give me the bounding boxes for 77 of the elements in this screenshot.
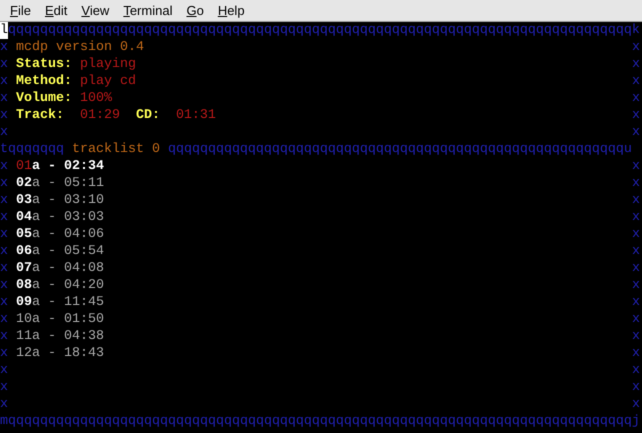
frame-edge: x bbox=[632, 107, 640, 124]
frame-line: qqqqqqqqqqqqqqqqqqqqqqqqqqqqqqqqqqqqqqqqqqqqqqqqqqqqqqqqqu bbox=[168, 141, 632, 158]
frame-edge: x bbox=[0, 73, 8, 90]
frame-edge: x bbox=[0, 243, 8, 260]
frame-edge: x bbox=[632, 277, 640, 294]
frame-edge: x bbox=[632, 243, 640, 260]
frame-edge: x bbox=[632, 39, 640, 56]
frame-edge: x bbox=[632, 396, 640, 413]
track-row[interactable]: 03a - 03:10 bbox=[16, 192, 104, 209]
frame-edge: x bbox=[0, 209, 8, 226]
menu-item[interactable]: File bbox=[10, 4, 31, 17]
track-row[interactable]: 01a - 02:34 bbox=[16, 158, 104, 175]
text-cursor: l bbox=[0, 22, 8, 39]
frame-edge: x bbox=[632, 379, 640, 396]
frame-edge: x bbox=[632, 73, 640, 90]
field-label: Volume: bbox=[16, 90, 73, 107]
frame-edge: x bbox=[0, 158, 8, 175]
field-label: Method: bbox=[16, 73, 73, 90]
track-row[interactable]: 10a - 01:50 bbox=[16, 311, 104, 328]
frame-edge: x bbox=[632, 192, 640, 209]
frame-edge: x bbox=[0, 192, 8, 209]
frame-edge: x bbox=[0, 379, 8, 396]
menu-item[interactable]: Terminal bbox=[123, 4, 172, 17]
field-value: 01:31 bbox=[176, 107, 216, 124]
track-row[interactable]: 06a - 05:54 bbox=[16, 243, 104, 260]
frame-edge: x bbox=[632, 56, 640, 73]
track-row[interactable]: 11a - 04:38 bbox=[16, 328, 104, 345]
frame-edge: x bbox=[632, 294, 640, 311]
frame-edge: x bbox=[632, 158, 640, 175]
field-label: Status: bbox=[16, 56, 73, 73]
field-label: CD: bbox=[136, 107, 161, 124]
frame-edge: x bbox=[0, 396, 8, 413]
track-row[interactable]: 08a - 04:20 bbox=[16, 277, 104, 294]
menu-item[interactable]: Go bbox=[186, 4, 204, 17]
frame-edge: x bbox=[632, 328, 640, 345]
frame-edge: x bbox=[632, 311, 640, 328]
track-row[interactable]: 12a - 18:43 bbox=[16, 345, 104, 362]
frame-line: mqqqqqqqqqqqqqqqqqqqqqqqqqqqqqqqqqqqqqqqqqqqqqqqqqqqqqqqqqqqqqqqqqqqqqqqqqqqqqqj bbox=[0, 413, 640, 430]
frame-edge: x bbox=[0, 277, 8, 294]
field-value: playing bbox=[80, 56, 136, 73]
frame-edge: x bbox=[632, 345, 640, 362]
field-value: 01:29 bbox=[80, 107, 121, 124]
frame-edge: x bbox=[0, 311, 8, 328]
frame-edge: x bbox=[0, 345, 8, 362]
field-value: play cd bbox=[80, 73, 136, 90]
frame-edge: x bbox=[0, 90, 8, 107]
menu-item[interactable]: Edit bbox=[44, 4, 68, 17]
frame-edge: x bbox=[632, 362, 640, 379]
track-row[interactable]: 05a - 04:06 bbox=[16, 226, 104, 243]
track-row[interactable]: 07a - 04:08 bbox=[16, 260, 104, 277]
frame-edge: x bbox=[0, 56, 8, 73]
field-value: 100% bbox=[80, 90, 112, 107]
frame-edge: x bbox=[0, 124, 8, 141]
frame-edge: x bbox=[632, 175, 640, 192]
menu-item[interactable]: View bbox=[81, 4, 110, 17]
track-row[interactable]: 09a - 11:45 bbox=[16, 294, 104, 311]
frame-edge: x bbox=[0, 294, 8, 311]
frame-edge: x bbox=[0, 260, 8, 277]
frame-edge: x bbox=[0, 175, 8, 192]
menu-item[interactable]: Help bbox=[218, 4, 245, 17]
frame-edge: x bbox=[632, 124, 640, 141]
frame-edge: x bbox=[0, 328, 8, 345]
version-text: mcdp version 0.4 bbox=[16, 39, 144, 56]
frame-edge: x bbox=[0, 362, 8, 379]
frame-line: tqqqqqqq bbox=[0, 141, 64, 158]
frame-edge: x bbox=[632, 226, 640, 243]
frame-edge: x bbox=[0, 107, 8, 124]
frame-edge: x bbox=[632, 90, 640, 107]
frame-line: qqqqqqqqqqqqqqqqqqqqqqqqqqqqqqqqqqqqqqqqqqqqqqqqqqqqqqqqqqqqqqqqqqqqqqqqqqqqqqk bbox=[8, 22, 640, 39]
frame-edge: x bbox=[0, 39, 8, 56]
tracklist-heading: tracklist 0 bbox=[72, 141, 160, 158]
track-row[interactable]: 04a - 03:03 bbox=[16, 209, 104, 226]
frame-edge: x bbox=[632, 209, 640, 226]
field-label: Track: bbox=[16, 107, 65, 124]
frame-edge: x bbox=[632, 260, 640, 277]
frame-edge: x bbox=[0, 226, 8, 243]
track-row[interactable]: 02a - 05:11 bbox=[16, 175, 104, 192]
